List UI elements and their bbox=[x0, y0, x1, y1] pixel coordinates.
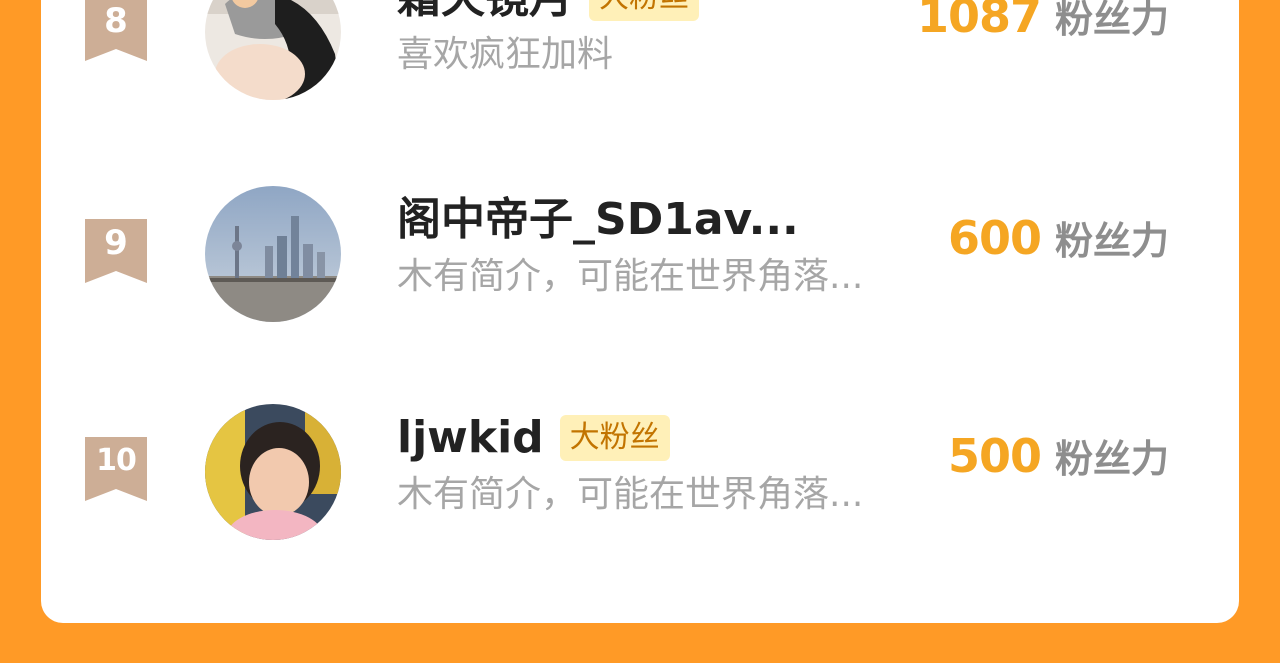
user-bio: 喜欢疯狂加料 bbox=[397, 34, 614, 75]
avatar[interactable] bbox=[205, 0, 341, 100]
fan-power-score: 500 粉丝力 bbox=[948, 428, 1169, 488]
fan-badge: 大粉丝 bbox=[589, 0, 699, 21]
rank-number: 9 bbox=[104, 223, 128, 263]
score-value: 500 bbox=[947, 429, 1042, 483]
child-photo-avatar-icon bbox=[205, 404, 341, 540]
user-name-line: ljwkid 大粉丝 bbox=[397, 410, 670, 466]
leaderboard-card: 8 霜天镜月 大粉丝 喜欢疯狂加料 1087 粉丝力 bbox=[41, 0, 1239, 623]
score-value: 600 bbox=[947, 211, 1042, 265]
fan-badge: 大粉丝 bbox=[559, 415, 670, 461]
score-unit: 粉丝力 bbox=[1054, 219, 1169, 263]
leaderboard-row[interactable]: 10 ljwkid 大粉丝 木有简介，可能在世界角落... 500 粉丝力 bbox=[41, 404, 1239, 544]
score-unit: 粉丝力 bbox=[1054, 0, 1169, 41]
rank-number: 10 bbox=[96, 443, 137, 478]
fan-power-score: 600 粉丝力 bbox=[948, 210, 1169, 270]
user-name-line: 阁中帝子_SD1av... bbox=[397, 192, 799, 248]
city-skyline-avatar-icon bbox=[205, 186, 341, 322]
rank-ribbon: 8 bbox=[85, 0, 147, 61]
user-name-line: 霜天镜月 大粉丝 bbox=[397, 0, 699, 26]
rank-ribbon: 9 bbox=[85, 219, 147, 283]
leaderboard-row[interactable]: 8 霜天镜月 大粉丝 喜欢疯狂加料 1087 粉丝力 bbox=[41, 0, 1239, 104]
fan-power-score: 1087 粉丝力 bbox=[917, 0, 1169, 48]
score-unit: 粉丝力 bbox=[1054, 437, 1169, 481]
user-bio: 木有简介，可能在世界角落... bbox=[397, 474, 864, 515]
avatar[interactable] bbox=[205, 404, 341, 540]
avatar[interactable] bbox=[205, 186, 341, 322]
score-value: 1087 bbox=[916, 0, 1042, 43]
user-bio: 木有简介，可能在世界角落... bbox=[397, 256, 864, 297]
user-name[interactable]: 霜天镜月 bbox=[397, 0, 573, 26]
rank-number: 8 bbox=[104, 1, 128, 41]
rank-ribbon: 10 bbox=[85, 437, 147, 501]
leaderboard-row[interactable]: 9 阁中帝子_SD1av... 木有简介，可能在世界角落... 600 粉丝力 bbox=[41, 186, 1239, 326]
anime-girl-avatar-icon bbox=[205, 0, 341, 100]
user-name[interactable]: 阁中帝子_SD1av... bbox=[397, 192, 799, 248]
user-name[interactable]: ljwkid bbox=[397, 410, 544, 466]
